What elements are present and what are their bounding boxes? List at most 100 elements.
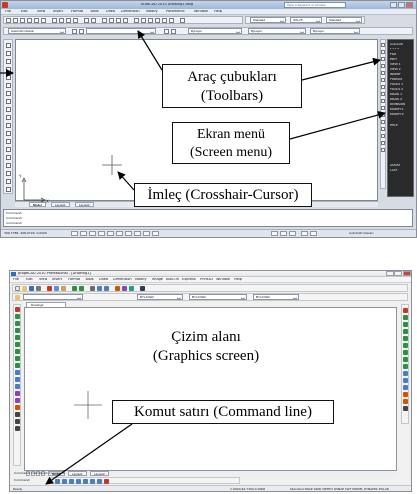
offset-icon[interactable] (381, 64, 385, 68)
table-icon[interactable] (15, 405, 20, 410)
polygon-icon[interactable] (6, 67, 11, 72)
point-icon[interactable] (6, 147, 11, 152)
menu-modify[interactable]: Modify (146, 10, 158, 14)
rectangle-icon[interactable] (15, 349, 20, 354)
publish-icon[interactable] (41, 18, 46, 23)
polygon-icon[interactable] (15, 356, 20, 361)
menu-insert[interactable]: Insert (53, 10, 63, 14)
polyline-icon[interactable] (15, 314, 20, 319)
quickcalc-icon[interactable] (169, 18, 174, 23)
menu-file[interactable]: File (13, 278, 19, 282)
help-search-input[interactable]: Type a keyword or phrase (284, 2, 346, 8)
help-icon[interactable] (140, 286, 145, 291)
undo-icon[interactable] (84, 18, 89, 23)
menu-image[interactable]: Image (152, 278, 163, 282)
menu-tools[interactable]: Tools (85, 278, 94, 282)
command-prompt[interactable]: Command: (14, 479, 30, 482)
paste-icon[interactable] (61, 286, 66, 291)
lineweight-combo[interactable]: BYLAYER (253, 294, 299, 300)
rectangle-icon[interactable] (6, 75, 11, 80)
maximize-button[interactable] (394, 271, 402, 276)
region-icon[interactable] (15, 391, 20, 396)
minimize-button[interactable] (390, 2, 397, 8)
insert-block-icon[interactable] (6, 131, 11, 136)
screen-menu-item[interactable]: HELP (390, 124, 398, 127)
rotate-icon[interactable] (403, 350, 408, 355)
boundary-icon[interactable] (15, 398, 20, 403)
explode-icon[interactable] (403, 406, 408, 411)
command-line[interactable]: Command: Command: Command: (3, 209, 413, 227)
screen-menu-item[interactable]: MODIFY1 (390, 108, 404, 111)
lineweight-combo[interactable]: ByLayer (310, 28, 360, 34)
construction-line-icon[interactable] (6, 51, 11, 56)
pan-status[interactable] (301, 231, 308, 236)
mirror-icon[interactable] (381, 57, 385, 61)
layer-combo[interactable] (86, 28, 156, 34)
rotate-icon[interactable] (381, 85, 385, 89)
trim-icon[interactable] (381, 106, 385, 110)
mirror-icon[interactable] (403, 322, 408, 327)
menu-tools[interactable]: Tools (90, 10, 99, 14)
screen-menu-item[interactable]: INSERT (390, 73, 401, 76)
stretch-icon[interactable] (403, 364, 408, 369)
screen-menu-item[interactable]: EDIT (390, 58, 397, 61)
menu-print3d[interactable]: Print3D (200, 278, 213, 282)
move-icon[interactable] (381, 78, 385, 82)
gradient-icon[interactable] (6, 163, 11, 168)
color-combo[interactable]: ByLayer (188, 28, 242, 34)
ducs-toggle[interactable] (125, 231, 132, 236)
copy-object-icon[interactable] (381, 50, 385, 54)
application-menu-button[interactable] (2, 2, 8, 8)
ellipse-icon[interactable] (15, 335, 20, 340)
arc-icon[interactable] (15, 321, 20, 326)
properties-icon[interactable] (115, 286, 120, 291)
trim-icon[interactable] (403, 371, 408, 376)
copy-object-icon[interactable] (403, 315, 408, 320)
print-icon[interactable] (27, 18, 32, 23)
zoom-realtime-icon[interactable] (109, 18, 114, 23)
revision-cloud-icon[interactable] (6, 99, 11, 104)
cut-icon[interactable] (52, 18, 57, 23)
save-icon[interactable] (29, 286, 34, 291)
block-icon[interactable] (15, 377, 20, 382)
join-icon[interactable] (381, 127, 385, 131)
new-icon[interactable] (15, 286, 20, 291)
undo-icon[interactable] (72, 286, 77, 291)
maximize-button[interactable] (398, 2, 405, 8)
model-toggle[interactable] (271, 231, 278, 236)
region-icon[interactable] (6, 171, 11, 176)
layer-previous-icon[interactable] (171, 29, 176, 34)
menu-dimension[interactable]: Dimension (113, 278, 132, 282)
osnap-toggle[interactable] (107, 231, 114, 236)
command-prompt[interactable]: Command: (6, 222, 22, 225)
tab-model[interactable]: Model (29, 202, 46, 207)
sheet-set-icon[interactable] (155, 18, 160, 23)
preview-icon[interactable] (34, 18, 39, 23)
screen-menu-item[interactable]: FORMAT (390, 78, 402, 81)
ellipse-icon[interactable] (6, 115, 11, 120)
design-center-icon[interactable] (141, 18, 146, 23)
spline-icon[interactable] (15, 342, 20, 347)
print-icon[interactable] (36, 286, 41, 291)
minimize-button[interactable] (386, 271, 394, 276)
zoom-previous-icon[interactable] (123, 18, 128, 23)
open-icon[interactable] (13, 18, 18, 23)
fillet-icon[interactable] (403, 399, 408, 404)
chamfer-icon[interactable] (381, 134, 385, 138)
menu-window[interactable]: Window (216, 278, 230, 282)
screen-menu-item[interactable]: LAST (390, 169, 398, 172)
screen-menu-item[interactable]: DRAW 2 (390, 98, 402, 101)
screen-menu-item[interactable]: TOOLS 1 (390, 83, 403, 86)
text-style-combo[interactable]: Standard (250, 17, 286, 23)
grid-toggle[interactable] (80, 231, 87, 236)
pan-icon[interactable] (102, 18, 107, 23)
menu-modify[interactable]: Modify (135, 278, 147, 282)
menu-view[interactable]: View (39, 278, 47, 282)
menu-express[interactable]: Express (182, 278, 196, 282)
zoom-status[interactable] (310, 231, 317, 236)
ellipse-arc-icon[interactable] (6, 123, 11, 128)
menu-format[interactable]: Format (68, 278, 80, 282)
break-icon[interactable] (403, 385, 408, 390)
screen-menu-item[interactable]: FILE (390, 53, 396, 56)
array-icon[interactable] (381, 71, 385, 75)
